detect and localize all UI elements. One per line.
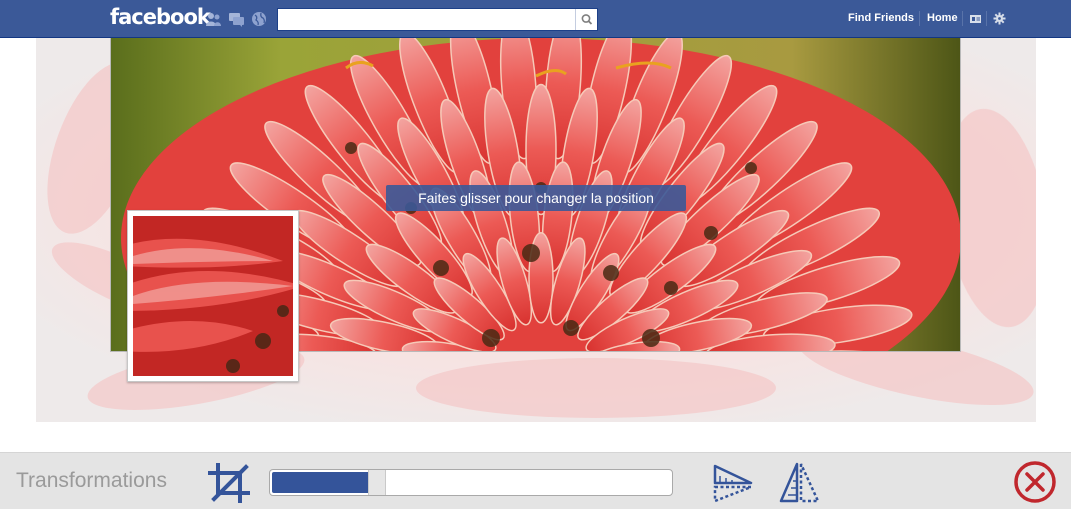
notifications-icon[interactable] — [251, 11, 268, 27]
profile-picture — [133, 216, 293, 376]
drag-to-reposition-tooltip: Faites glisser pour changer la position — [386, 185, 686, 211]
slider-handle[interactable] — [368, 470, 386, 495]
nav-divider — [962, 11, 963, 26]
close-button[interactable] — [1013, 460, 1057, 504]
top-navigation-bar: facebook Find Friends Home — [0, 0, 1071, 38]
home-link[interactable]: Home — [927, 12, 958, 24]
transformations-toolbar: Transformations — [0, 452, 1071, 509]
flip-vertical-icon — [779, 462, 820, 503]
search-input[interactable] — [278, 9, 576, 30]
close-icon — [1014, 461, 1056, 503]
friend-requests-icon[interactable] — [205, 11, 222, 27]
messages-icon[interactable] — [228, 11, 245, 27]
flower-petal — [765, 350, 917, 351]
toolbar-title: Transformations — [16, 469, 167, 492]
find-friends-link[interactable]: Find Friends — [848, 12, 914, 24]
nav-divider — [919, 11, 920, 26]
flip-horizontal-icon — [713, 464, 753, 503]
search-button[interactable] — [575, 9, 597, 30]
profile-picture-frame[interactable] — [127, 210, 299, 382]
facebook-logo[interactable]: facebook — [110, 5, 211, 29]
nav-divider — [986, 11, 987, 26]
flip-horizontal-button[interactable] — [712, 463, 756, 503]
rotation-slider[interactable] — [269, 469, 673, 496]
settings-gear-icon[interactable] — [993, 12, 1006, 25]
crop-icon — [208, 463, 250, 503]
flip-vertical-button[interactable] — [778, 461, 822, 505]
slider-fill — [272, 472, 368, 493]
privacy-shortcuts-icon[interactable] — [969, 12, 982, 25]
search-box — [277, 8, 598, 31]
crop-button[interactable] — [208, 463, 250, 503]
search-icon — [581, 14, 593, 25]
